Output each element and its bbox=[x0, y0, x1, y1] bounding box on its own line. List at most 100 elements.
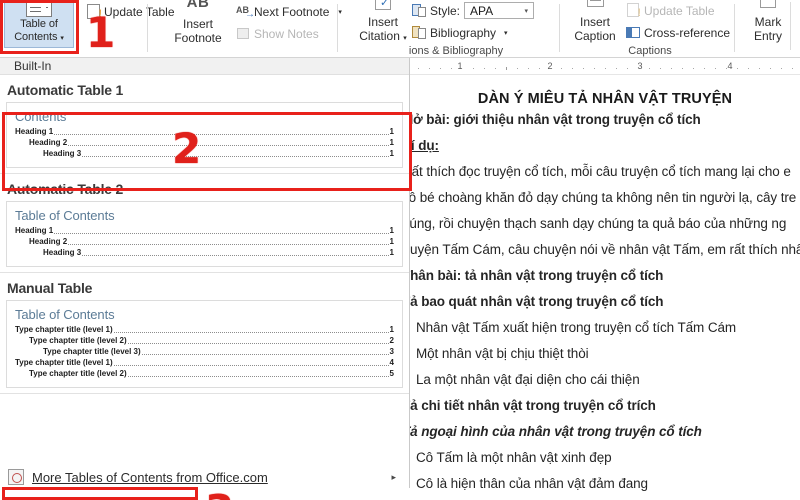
document-line: truyện Tấm Cám, câu chuyện nói về nhân v… bbox=[410, 242, 800, 257]
cross-reference-label: Cross-reference bbox=[644, 25, 731, 40]
toc-preview-row-page: 1 bbox=[389, 237, 394, 246]
bibliography-button[interactable]: Bibliography ▾ bbox=[412, 25, 508, 40]
toc-preview-row-label: Heading 2 bbox=[29, 237, 68, 246]
ruler-tick bbox=[484, 68, 485, 69]
toc-leader-dots bbox=[54, 227, 389, 234]
ruler-tick bbox=[572, 68, 573, 69]
document-body[interactable]: Mở bài: giới thiệu nhân vật trong truyện… bbox=[410, 107, 800, 497]
cross-reference-button[interactable]: Cross-reference bbox=[626, 25, 730, 40]
toc-preview-row: Type chapter title (level 1) 1 bbox=[15, 324, 394, 335]
toc-preview-row-page: 1 bbox=[389, 226, 394, 235]
citation-style-value: APA bbox=[470, 3, 494, 18]
document-line: Tả ngoại hình của nhân vật trong truyện … bbox=[410, 424, 702, 439]
ruler-tick bbox=[682, 68, 683, 69]
ruler-tick bbox=[715, 68, 716, 69]
toc-preview-row-label: Type chapter title (level 2) bbox=[29, 336, 127, 345]
toc-preview-row-page: 1 bbox=[389, 138, 394, 147]
insert-footnote-label-line2: Footnote bbox=[174, 31, 222, 45]
document-line: La một nhân vật đại diện cho cái thiện bbox=[416, 372, 640, 387]
ruler-tick bbox=[770, 68, 771, 69]
next-footnote-icon: AB → bbox=[236, 5, 255, 20]
chevron-down-icon[interactable]: ▾ bbox=[403, 35, 407, 42]
document-line: Tả chi tiết nhân vật trong truyện cổ trí… bbox=[410, 398, 656, 413]
group-label-captions: Captions bbox=[628, 45, 672, 57]
insert-caption-button[interactable]: Insert Caption bbox=[566, 0, 624, 43]
ruler-tick bbox=[693, 68, 694, 69]
gallery-section-title: Automatic Table 1 bbox=[7, 82, 124, 98]
chevron-right-icon[interactable]: ▸ bbox=[391, 472, 396, 483]
toc-preview-row-page: 1 bbox=[389, 149, 394, 158]
insert-caption-label-line2: Caption bbox=[574, 29, 616, 43]
document-line: Cô là hiện thân của nhân vật đảm đang bbox=[416, 476, 648, 491]
ribbon-group-toc: Table of Contents ▾ ! Update Table bbox=[0, 0, 175, 58]
mark-entry-button[interactable]: Mark Entry bbox=[743, 0, 793, 43]
style-label: Style: bbox=[430, 3, 461, 18]
horizontal-ruler[interactable]: 1 2 3 4 bbox=[410, 59, 800, 75]
more-tables-of-contents-item[interactable]: More Tables of Contents from Office.com … bbox=[0, 466, 410, 488]
ruler-tick bbox=[605, 68, 606, 69]
ruler-tick bbox=[704, 68, 705, 69]
toc-preview-row-label: Heading 1 bbox=[15, 226, 54, 235]
toc-style-preview[interactable]: Table of Contents Heading 1 1 Heading 2 1 Hea… bbox=[6, 201, 403, 267]
citation-style-select[interactable]: APA ▾ bbox=[464, 2, 534, 19]
next-footnote-button[interactable]: AB → Next Footnote ▾ bbox=[236, 4, 342, 21]
ruler-tick bbox=[616, 68, 617, 69]
toc-preview-row-page: 2 bbox=[389, 336, 394, 345]
toc-style-preview[interactable]: Table of Contents Type chapter title (lev… bbox=[6, 300, 403, 388]
ruler-tick bbox=[660, 68, 661, 69]
ribbon-group-index: Mark Entry bbox=[735, 0, 800, 58]
chevron-down-icon[interactable]: ▾ bbox=[524, 7, 528, 15]
toc-preview-row-page: 1 bbox=[389, 248, 394, 257]
chevron-down-icon[interactable]: ▾ bbox=[60, 35, 64, 42]
annotation-marker-2: 2 bbox=[172, 124, 202, 173]
document-line: Mở bài: giới thiệu nhân vật trong truyện… bbox=[410, 112, 701, 127]
show-notes-label: Show Notes bbox=[254, 26, 319, 41]
ruler-number: 2 bbox=[547, 61, 553, 71]
ribbon-group-footnotes: AB Insert Footnote AB → Next Footnote ▾ … bbox=[148, 0, 342, 58]
ruler-number: 4 bbox=[727, 61, 733, 71]
ruler-tick bbox=[440, 68, 441, 69]
ruler-number: 3 bbox=[637, 61, 643, 71]
table-of-contents-button[interactable]: Table of Contents ▾ bbox=[4, 0, 74, 48]
document-title: DÀN Ý MIÊU TẢ NHÂN VẬT TRUYỆN bbox=[477, 91, 733, 107]
gallery-divider bbox=[0, 393, 409, 394]
cross-reference-icon bbox=[626, 25, 641, 40]
toc-preview-row: Type chapter title (level 3) 3 bbox=[15, 346, 394, 357]
ruler-tick bbox=[627, 68, 628, 69]
toc-preview-row: Type chapter title (level 2) 2 bbox=[15, 335, 394, 346]
insert-citation-icon: ✓ bbox=[352, 0, 414, 14]
chevron-down-icon[interactable]: ▾ bbox=[504, 29, 508, 37]
document-line: Rất thích đọc truyện cổ tích, mỗi câu tr… bbox=[410, 164, 791, 179]
ruler-tick bbox=[473, 68, 474, 69]
insert-footnote-label-line1: Insert bbox=[182, 17, 213, 31]
ruler-tick bbox=[528, 68, 529, 69]
toc-preview-row-label: Heading 2 bbox=[29, 138, 68, 147]
next-footnote-label: Next Footnote bbox=[254, 4, 330, 19]
insert-footnote-button[interactable]: AB Insert Footnote bbox=[168, 0, 228, 45]
gallery-header: Built-In bbox=[0, 58, 409, 75]
mark-entry-label-line1: Mark bbox=[754, 15, 782, 29]
insert-footnote-icon: AB bbox=[186, 0, 210, 11]
toc-preview-row: Heading 1 1 bbox=[15, 225, 394, 236]
toc-preview-row: Heading 3 1 bbox=[15, 148, 394, 159]
insert-citation-button[interactable]: ✓ Insert Citation ▾ bbox=[352, 0, 414, 46]
toc-preview-row-label: Heading 3 bbox=[43, 149, 82, 158]
toc-gallery-dropdown[interactable]: Built-In Automatic Table 1 Contents Headin… bbox=[0, 58, 410, 500]
insert-citation-label-line1: Insert bbox=[367, 15, 398, 29]
ruler-tick bbox=[583, 68, 584, 69]
document-line: Nhân vật Tấm xuất hiện trong truyện cổ t… bbox=[416, 320, 737, 335]
ruler-tick bbox=[792, 68, 793, 69]
office-com-icon bbox=[8, 469, 24, 485]
toc-style-preview[interactable]: Contents Heading 1 1 Heading 2 1 Heading 3 1 bbox=[6, 102, 403, 168]
mark-entry-label-line2: Entry bbox=[753, 29, 782, 43]
ribbon-group-captions: Insert Caption ! Update Table Cross-refe… bbox=[560, 0, 735, 58]
gallery-sections: Automatic Table 1 Contents Heading 1 1 Headi… bbox=[0, 75, 409, 394]
ruler-tick bbox=[737, 68, 738, 69]
ribbon-group-citations: ✓ Insert Citation ▾ Style: APA ▾ Bibliog… bbox=[338, 0, 560, 58]
toc-preview-row-label: Heading 1 bbox=[15, 127, 54, 136]
toc-preview-row-page: 1 bbox=[389, 325, 394, 334]
ruler-tick bbox=[726, 68, 727, 69]
document-canvas[interactable]: DÀN Ý MIÊU TẢ NHÂN VẬT TRUYỆN Mở bài: gi… bbox=[410, 75, 800, 500]
toc-preview-row: Type chapter title (level 1) 4 bbox=[15, 357, 394, 368]
ruler-tick bbox=[781, 68, 782, 69]
